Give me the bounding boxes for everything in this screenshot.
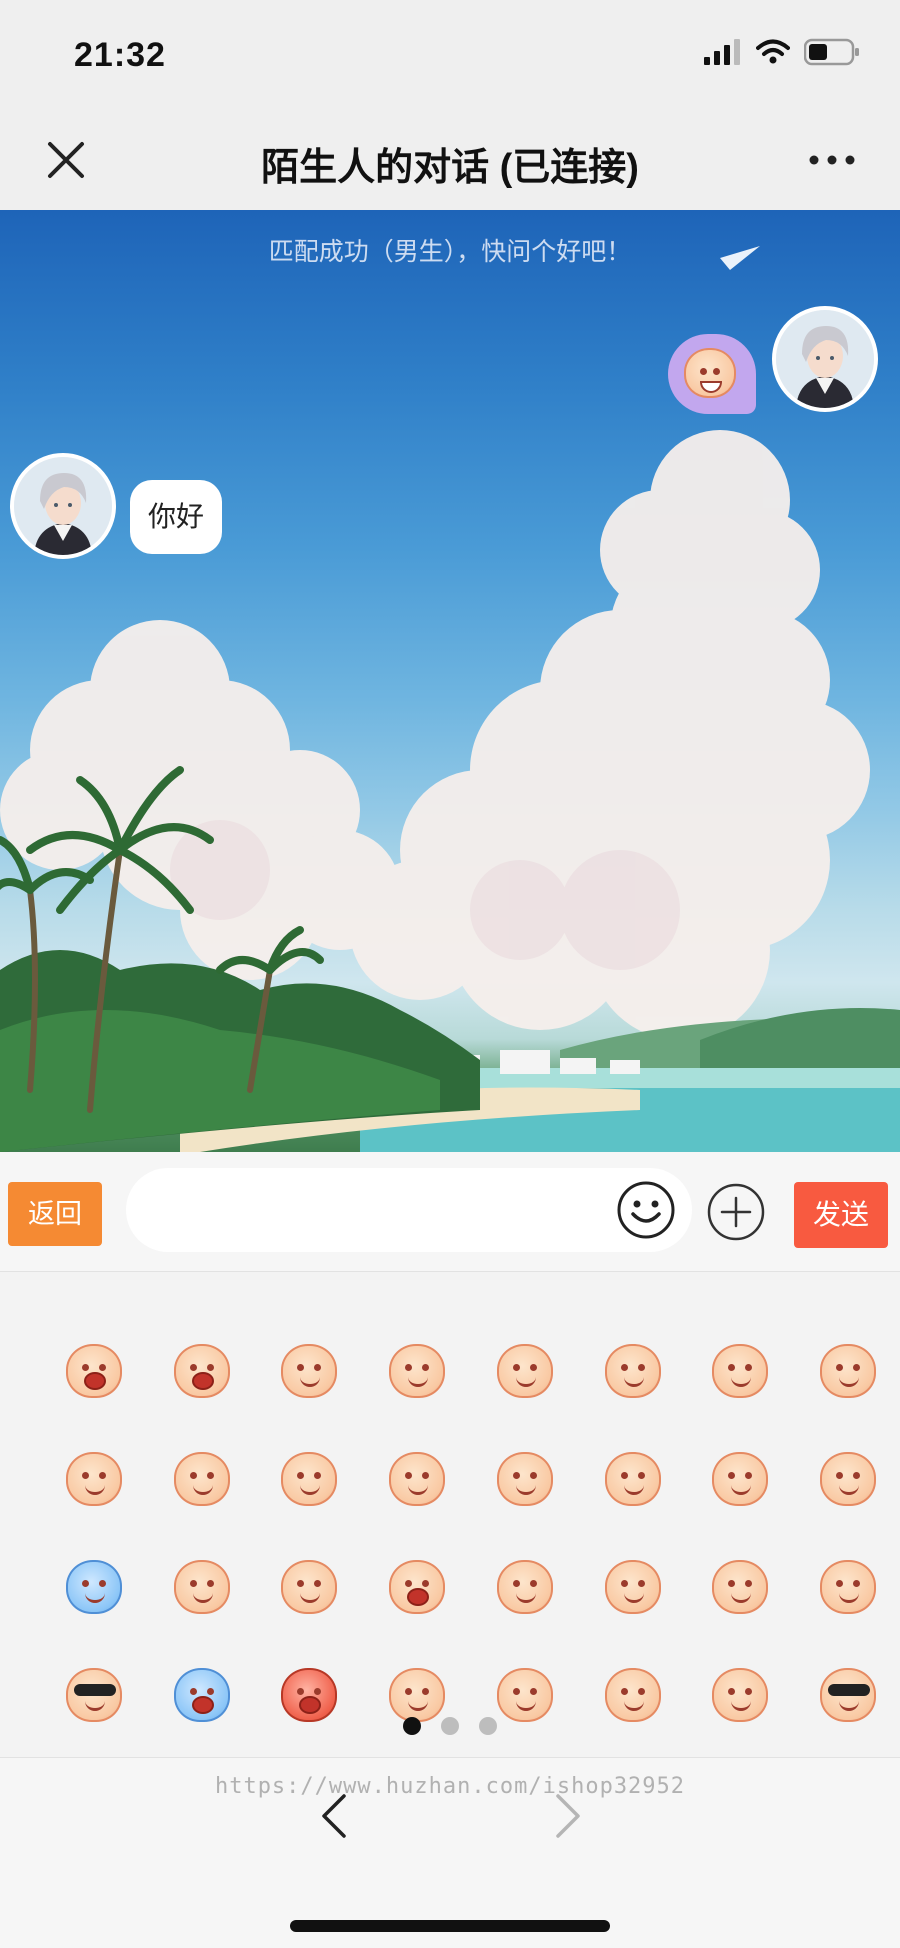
more-icon[interactable] [808, 146, 856, 174]
status-time: 21:32 [74, 36, 166, 74]
question-icon [496, 1452, 553, 1506]
message-input[interactable] [126, 1168, 692, 1252]
laugh-cry-icon [65, 1344, 122, 1398]
emoji-doubt[interactable] [471, 1533, 579, 1641]
send-button[interactable]: 发送 [794, 1182, 888, 1248]
emoji-relaxed[interactable] [148, 1425, 256, 1533]
status-icons [704, 38, 860, 66]
emoji-sly[interactable] [256, 1425, 364, 1533]
cold-blue-icon [65, 1560, 122, 1614]
wink-tongue-icon [389, 1452, 446, 1506]
doubt-icon [496, 1560, 553, 1614]
emoji-embarrassed[interactable] [794, 1317, 900, 1425]
relaxed-icon [173, 1452, 230, 1506]
emoji-grid [40, 1317, 877, 1749]
emoji-calm[interactable] [148, 1533, 256, 1641]
emoji-big-laugh[interactable] [148, 1317, 256, 1425]
emoji-shy-smile[interactable] [471, 1317, 579, 1425]
emoji-kiss[interactable] [687, 1317, 795, 1425]
signal-icon [704, 39, 740, 65]
emoji-smile[interactable] [579, 1533, 687, 1641]
wifi-icon [756, 39, 790, 64]
big-laugh-icon [173, 1344, 230, 1398]
nav-header: 陌生人的对话 (已连接) [0, 110, 900, 210]
back-arrow-icon[interactable] [318, 1792, 350, 1840]
grin-sticker [684, 348, 736, 398]
forward-arrow-icon[interactable] [552, 1792, 584, 1840]
text-message-bubble[interactable]: 你好 [130, 480, 223, 554]
blush-icon [604, 1452, 661, 1506]
emoji-panel [0, 1273, 900, 1757]
watermark-text: https://www.huzhan.com/ishop32952 [214, 1774, 686, 1799]
chubby-smile-icon [712, 1452, 769, 1506]
emoji-blush[interactable] [579, 1425, 687, 1533]
plus-icon[interactable] [706, 1182, 766, 1242]
page-dot-3[interactable] [479, 1717, 497, 1735]
emoji-icon[interactable] [616, 1180, 676, 1240]
emoji-cover-mouth[interactable] [363, 1317, 471, 1425]
smile-icon [604, 1560, 661, 1614]
pleading-icon [604, 1668, 661, 1722]
emoji-facepalm-cry[interactable] [794, 1533, 900, 1641]
system-message: 匹配成功（男生），快问个好吧！ [268, 238, 632, 266]
chat-area[interactable]: 匹配成功（男生），快问个好吧！ 你好 [0, 210, 900, 1152]
page-title: 陌生人的对话 (已连接) [261, 147, 639, 189]
cool-shades-icon [65, 1668, 122, 1722]
page-dot-1[interactable] [403, 1717, 421, 1735]
stranger-avatar[interactable] [10, 453, 116, 559]
shy-smile-icon [496, 1344, 553, 1398]
emoji-yawn[interactable] [363, 1533, 471, 1641]
emoji-pager [0, 1717, 900, 1735]
emoji-smirk[interactable] [579, 1317, 687, 1425]
emoji-grin[interactable] [256, 1317, 364, 1425]
cry-icon [389, 1668, 446, 1722]
heart-eyes-icon [712, 1668, 769, 1722]
emoji-grimace[interactable] [256, 1533, 364, 1641]
sunglasses-cigar-icon [820, 1668, 877, 1722]
facepalm-cry-icon [820, 1560, 877, 1614]
cover-mouth-icon [389, 1344, 446, 1398]
avatar-image [14, 457, 112, 555]
sly-icon [281, 1452, 338, 1506]
emoji-wink-tongue[interactable] [363, 1425, 471, 1533]
chat-background-image [0, 246, 900, 1152]
grin-icon [281, 1344, 338, 1398]
browser-toolbar: https://www.huzhan.com/ishop32952 [0, 1757, 900, 1948]
thinking-icon [65, 1452, 122, 1506]
emoji-question[interactable] [471, 1425, 579, 1533]
status-bar: 21:32 [0, 0, 900, 110]
page-dot-2[interactable] [441, 1717, 459, 1735]
tearful-icon [496, 1668, 553, 1722]
shocked-icon [173, 1668, 230, 1722]
cover-eyes-icon [712, 1560, 769, 1614]
yawn-icon [389, 1560, 446, 1614]
smirk-icon [604, 1344, 661, 1398]
battery-icon [804, 38, 859, 66]
emoji-cover-eyes[interactable] [687, 1533, 795, 1641]
embarrassed-icon [820, 1344, 877, 1398]
angry-icon [281, 1668, 338, 1722]
sweat-icon [820, 1452, 877, 1506]
emoji-cold-blue[interactable] [40, 1533, 148, 1641]
emoji-thinking[interactable] [40, 1425, 148, 1533]
grimace-icon [281, 1560, 338, 1614]
sticker-message-bubble[interactable] [668, 334, 756, 414]
avatar-image [776, 310, 874, 408]
input-bar: 返回 发送 [0, 1152, 900, 1272]
emoji-sweat[interactable] [794, 1425, 900, 1533]
back-button[interactable]: 返回 [8, 1182, 102, 1246]
emoji-laugh-cry[interactable] [40, 1317, 148, 1425]
kiss-icon [712, 1344, 769, 1398]
my-avatar[interactable] [772, 306, 878, 412]
emoji-chubby-smile[interactable] [687, 1425, 795, 1533]
calm-icon [173, 1560, 230, 1614]
home-indicator [290, 1920, 610, 1932]
